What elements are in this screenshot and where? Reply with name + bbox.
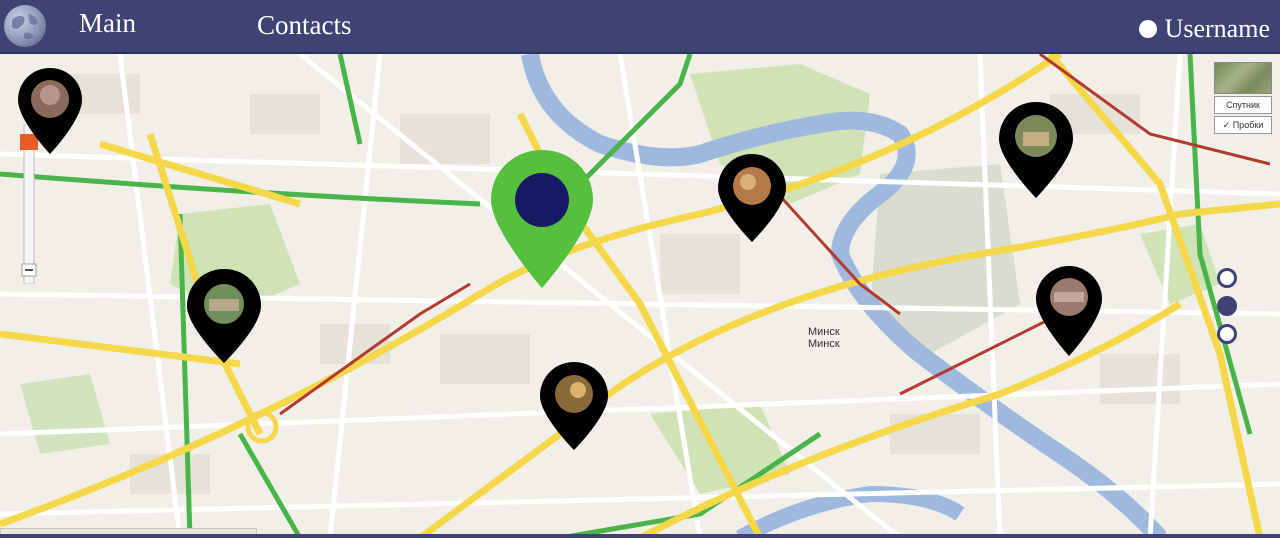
nav-contacts-link[interactable]: Contacts [257,10,352,41]
traffic-toggle[interactable]: ✓ Пробки [1214,116,1272,134]
place-pin-icon[interactable] [187,269,261,363]
user-status-dot-icon [1138,20,1157,38]
pagination-dot-3[interactable] [1217,324,1237,344]
city-label-2: Минск [808,338,840,350]
pin-pagination[interactable] [1217,268,1239,352]
place-pin-icon[interactable] [540,362,608,450]
username-label: Username [1164,14,1270,43]
place-pin-icon[interactable] [999,102,1073,198]
top-navigation-bar: Main Contacts Username [0,0,1280,54]
user-menu[interactable]: Username [1138,14,1270,44]
satellite-button[interactable]: Спутник [1214,96,1272,114]
nav-main-link[interactable]: Main [79,8,136,39]
place-pin-icon[interactable] [1036,266,1102,356]
map-view[interactable]: Минск Минск Спутник ✓ Пробки [0,54,1280,538]
place-pin-icon[interactable] [18,68,82,154]
city-label: Минск [808,326,840,338]
globe-icon[interactable] [4,5,46,47]
current-location-pin-icon[interactable] [491,150,593,288]
map-layer-control[interactable]: Спутник ✓ Пробки [1214,62,1272,142]
pagination-dot-1[interactable] [1217,268,1237,288]
satellite-thumbnail[interactable] [1214,62,1272,94]
bottom-border [0,534,1280,538]
pagination-dot-2[interactable] [1217,296,1237,316]
place-pin-icon[interactable] [718,154,786,242]
